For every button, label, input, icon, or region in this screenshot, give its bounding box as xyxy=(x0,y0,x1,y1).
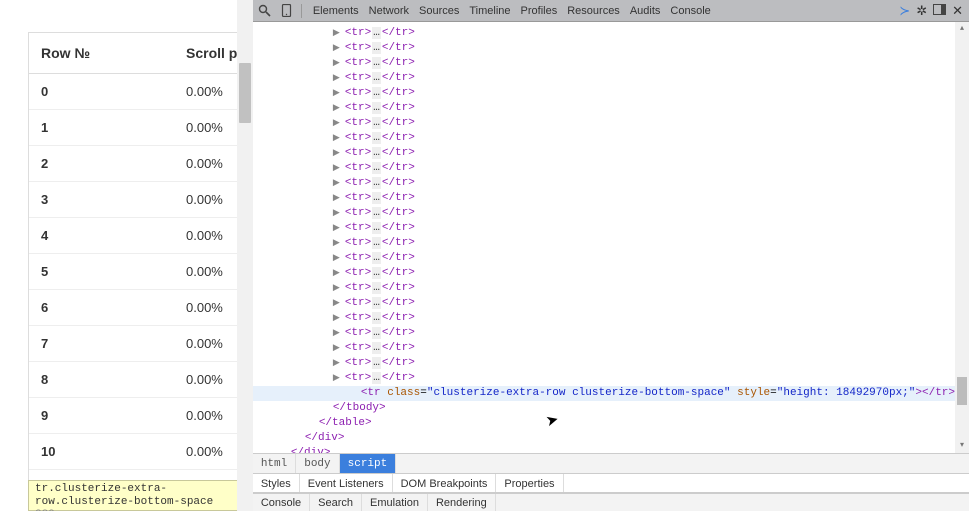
row-progress: 0.00% xyxy=(186,192,223,207)
tree-node-tr[interactable]: ▶<tr>…</tr> xyxy=(347,176,969,191)
row-number: 10 xyxy=(41,444,186,459)
tree-node-tr[interactable]: ▶<tr>…</tr> xyxy=(347,371,969,386)
tree-node-tr[interactable]: ▶<tr>…</tr> xyxy=(347,86,969,101)
styles-tab-styles[interactable]: Styles xyxy=(253,474,300,492)
inspect-icon[interactable] xyxy=(257,3,273,19)
drawer-toggle-icon[interactable]: ≻ xyxy=(899,3,910,19)
drawer-tabs: ConsoleSearchEmulationRendering xyxy=(253,493,969,511)
row-progress: 0.00% xyxy=(186,156,223,171)
header-row-number: Row № xyxy=(41,45,186,61)
row-number: 5 xyxy=(41,264,186,279)
elements-scroll-up-icon[interactable]: ▴ xyxy=(955,22,969,36)
tooltip-selector: tr.clusterize-extra-row.clusterize-botto… xyxy=(35,483,213,508)
row-number: 6 xyxy=(41,300,186,315)
tree-node-clusterize-row[interactable]: <tr class="clusterize-extra-row clusteri… xyxy=(253,386,955,401)
row-progress: 0.00% xyxy=(186,408,223,423)
row-number: 3 xyxy=(41,192,186,207)
breadcrumb-html[interactable]: html xyxy=(253,454,296,473)
row-progress: 0.00% xyxy=(186,336,223,351)
drawer-tab-search[interactable]: Search xyxy=(310,494,362,511)
left-pane-scrollbar[interactable] xyxy=(237,0,253,511)
tree-close-div[interactable]: </div> xyxy=(305,431,969,446)
tree-node-tr[interactable]: ▶<tr>…</tr> xyxy=(347,146,969,161)
tree-node-tr[interactable]: ▶<tr>…</tr> xyxy=(347,281,969,296)
tree-close-table[interactable]: </table> xyxy=(319,416,969,431)
row-number: 4 xyxy=(41,228,186,243)
devtools-tab-profiles[interactable]: Profiles xyxy=(516,5,563,17)
tree-node-tr[interactable]: ▶<tr>…</tr> xyxy=(347,101,969,116)
dock-side-icon[interactable] xyxy=(933,3,946,18)
row-number: 8 xyxy=(41,372,186,387)
styles-tab-properties[interactable]: Properties xyxy=(496,474,563,492)
drawer-tab-emulation[interactable]: Emulation xyxy=(362,494,428,511)
devtools-pane: ElementsNetworkSourcesTimelineProfilesRe… xyxy=(253,0,969,511)
row-number: 1 xyxy=(41,120,186,135)
close-devtools-icon[interactable]: ✕ xyxy=(952,3,963,19)
devtools-tab-audits[interactable]: Audits xyxy=(625,5,666,17)
breadcrumb-bar: htmlbodyscript xyxy=(253,453,969,473)
row-number: 9 xyxy=(41,408,186,423)
styles-tab-dom-breakpoints[interactable]: DOM Breakpoints xyxy=(393,474,497,492)
row-number: 2 xyxy=(41,156,186,171)
page-preview-pane: Row № Scroll progress % 00.00%10.00%20.0… xyxy=(0,0,253,511)
devtools-tab-console[interactable]: Console xyxy=(665,5,715,17)
breadcrumb-script[interactable]: script xyxy=(340,454,397,473)
devtools-toolbar: ElementsNetworkSourcesTimelineProfilesRe… xyxy=(253,0,969,22)
tree-node-tr[interactable]: ▶<tr>…</tr> xyxy=(347,236,969,251)
row-progress: 0.00% xyxy=(186,228,223,243)
tree-node-tr[interactable]: ▶<tr>…</tr> xyxy=(347,116,969,131)
row-progress: 0.00% xyxy=(186,444,223,459)
left-pane-scrollbar-thumb[interactable] xyxy=(239,63,251,123)
tree-node-tr[interactable]: ▶<tr>…</tr> xyxy=(347,296,969,311)
styles-tabs: StylesEvent ListenersDOM BreakpointsProp… xyxy=(253,473,969,493)
devtools-tab-sources[interactable]: Sources xyxy=(414,5,464,17)
element-dimensions-tooltip: tr.clusterize-extra-row.clusterize-botto… xyxy=(28,480,253,511)
tree-node-tr[interactable]: ▶<tr>…</tr> xyxy=(347,311,969,326)
tree-node-tr[interactable]: ▶<tr>…</tr> xyxy=(347,251,969,266)
tree-node-tr[interactable]: ▶<tr>…</tr> xyxy=(347,356,969,371)
tree-node-tr[interactable]: ▶<tr>…</tr> xyxy=(347,191,969,206)
tree-node-tr[interactable]: ▶<tr>…</tr> xyxy=(347,71,969,86)
row-progress: 0.00% xyxy=(186,120,223,135)
elements-tree[interactable]: ▶<tr>…</tr>▶<tr>…</tr>▶<tr>…</tr>▶<tr>…<… xyxy=(253,22,969,453)
row-number: 0 xyxy=(41,84,186,99)
breadcrumb-body[interactable]: body xyxy=(296,454,339,473)
devtools-tab-timeline[interactable]: Timeline xyxy=(464,5,515,17)
elements-scroll-down-icon[interactable]: ▾ xyxy=(955,439,969,453)
row-progress: 0.00% xyxy=(186,84,223,99)
tree-node-tr[interactable]: ▶<tr>…</tr> xyxy=(347,56,969,71)
drawer-tab-rendering[interactable]: Rendering xyxy=(428,494,496,511)
row-progress: 0.00% xyxy=(186,264,223,279)
tree-node-tr[interactable]: ▶<tr>…</tr> xyxy=(347,341,969,356)
tree-node-tr[interactable]: ▶<tr>…</tr> xyxy=(347,206,969,221)
tree-node-tr[interactable]: ▶<tr>…</tr> xyxy=(347,221,969,236)
devtools-tab-elements[interactable]: Elements xyxy=(308,5,364,17)
settings-gear-icon[interactable]: ✲ xyxy=(916,3,927,19)
tree-node-tr[interactable]: ▶<tr>…</tr> xyxy=(347,131,969,146)
row-progress: 0.00% xyxy=(186,300,223,315)
tree-close-tbody[interactable]: </tbody> xyxy=(333,401,969,416)
tree-node-tr[interactable]: ▶<tr>…</tr> xyxy=(347,326,969,341)
drawer-tab-console[interactable]: Console xyxy=(253,494,310,511)
elements-scrollbar-thumb[interactable] xyxy=(957,377,967,405)
tree-node-tr[interactable]: ▶<tr>…</tr> xyxy=(347,41,969,56)
device-icon[interactable] xyxy=(279,3,295,19)
tree-node-tr[interactable]: ▶<tr>…</tr> xyxy=(347,266,969,281)
tree-node-tr[interactable]: ▶<tr>…</tr> xyxy=(347,161,969,176)
toolbar-separator xyxy=(301,4,302,18)
styles-tab-event-listeners[interactable]: Event Listeners xyxy=(300,474,393,492)
tree-node-tr[interactable]: ▶<tr>…</tr> xyxy=(347,26,969,41)
row-progress: 0.00% xyxy=(186,372,223,387)
row-number: 7 xyxy=(41,336,186,351)
devtools-tab-resources[interactable]: Resources xyxy=(562,5,625,17)
elements-scrollbar[interactable]: ▴ ▾ xyxy=(955,22,969,453)
devtools-tab-network[interactable]: Network xyxy=(364,5,414,17)
tree-close-div[interactable]: </div> xyxy=(291,446,969,453)
